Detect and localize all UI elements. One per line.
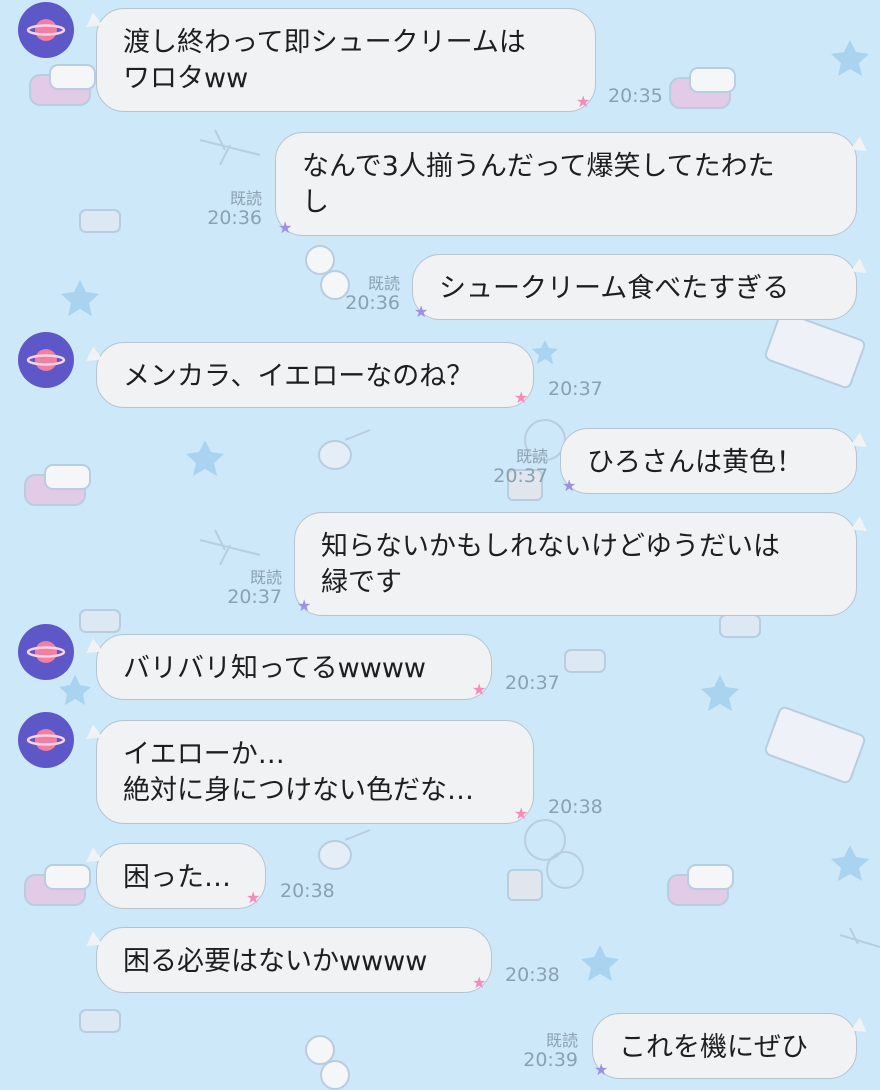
car-decoration (719, 614, 761, 638)
contact-avatar[interactable] (18, 712, 74, 768)
pillow-decoration (29, 64, 96, 106)
message-bubble-outgoing[interactable]: なんで3人揃うんだって爆笑してたわた し (275, 132, 857, 236)
message-bubble-incoming[interactable]: 困った… (96, 843, 266, 909)
bottle-decoration (318, 829, 371, 870)
airplane-decoration (839, 927, 880, 948)
message-bubble-outgoing[interactable]: シュークリーム食べたすぎる (412, 254, 857, 320)
pillow-decoration (669, 67, 736, 109)
star-tail-icon: ★ (576, 92, 591, 111)
read-receipt: 既読 (249, 568, 282, 587)
blanket-decoration (764, 311, 866, 389)
star-decoration (59, 675, 91, 705)
read-receipt: 既読 (545, 1031, 578, 1050)
car-decoration (79, 1009, 121, 1033)
star-decoration (831, 845, 869, 881)
airplane-decoration (199, 129, 261, 166)
star-decoration (532, 340, 558, 364)
message-bubble-incoming[interactable]: 渡し終わって即シュークリームは ワロタww (96, 8, 596, 112)
contact-avatar[interactable] (18, 332, 74, 388)
message-time: 20:35 (608, 85, 663, 107)
blanket-decoration (764, 706, 866, 784)
message-bubble-outgoing[interactable]: これを機にぜひ (592, 1013, 857, 1079)
message-bubble-outgoing[interactable]: ひろさんは黄色！ (560, 428, 857, 494)
message-bubble-incoming[interactable]: 困る必要はないかwwww (96, 927, 492, 993)
star-tail-icon: ★ (594, 1060, 609, 1079)
star-tail-icon: ★ (278, 218, 293, 237)
message-time: 20:36 (345, 292, 400, 314)
pillow-decoration (667, 864, 734, 906)
star-decoration (701, 675, 739, 711)
pillow-decoration (24, 464, 91, 506)
plant-decoration (507, 819, 584, 901)
star-tail-icon: ★ (472, 680, 487, 699)
read-receipt: 既読 (515, 447, 548, 466)
message-time: 20:37 (227, 586, 282, 608)
star-decoration (186, 440, 224, 476)
car-decoration (79, 609, 121, 633)
message-time: 20:37 (505, 672, 560, 694)
message-time: 20:39 (523, 1049, 578, 1071)
message-time: 20:37 (493, 465, 548, 487)
message-time: 20:38 (505, 964, 560, 986)
airplane-decoration (199, 529, 261, 566)
message-bubble-outgoing[interactable]: 知らないかもしれないけどゆうだいは 緑です (294, 512, 857, 616)
star-tail-icon: ★ (297, 596, 312, 615)
contact-avatar[interactable] (18, 2, 74, 58)
star-tail-icon: ★ (414, 302, 429, 321)
star-decoration (61, 280, 99, 316)
bottle-decoration (318, 429, 371, 470)
star-tail-icon: ★ (472, 973, 487, 992)
message-bubble-incoming[interactable]: メンカラ、イエローなのね？ (96, 342, 534, 408)
star-decoration (581, 945, 619, 981)
read-receipt: 既読 (367, 274, 400, 293)
message-bubble-incoming[interactable]: バリバリ知ってるwwww (96, 634, 492, 700)
star-tail-icon: ★ (514, 388, 529, 407)
star-decoration (831, 40, 869, 76)
star-tail-icon: ★ (246, 888, 261, 907)
pillow-decoration (24, 864, 91, 906)
message-time: 20:36 (207, 207, 262, 229)
read-receipt: 既読 (229, 189, 262, 208)
message-time: 20:37 (548, 378, 603, 400)
message-bubble-incoming[interactable]: イエローか… 絶対に身につけない色だな… (96, 720, 534, 824)
star-tail-icon: ★ (562, 476, 577, 495)
car-decoration (564, 649, 606, 673)
message-time: 20:38 (548, 796, 603, 818)
message-time: 20:38 (280, 880, 335, 902)
car-decoration (79, 209, 121, 233)
contact-avatar[interactable] (18, 624, 74, 680)
poodle-decoration (305, 1035, 350, 1090)
star-tail-icon: ★ (514, 804, 529, 823)
